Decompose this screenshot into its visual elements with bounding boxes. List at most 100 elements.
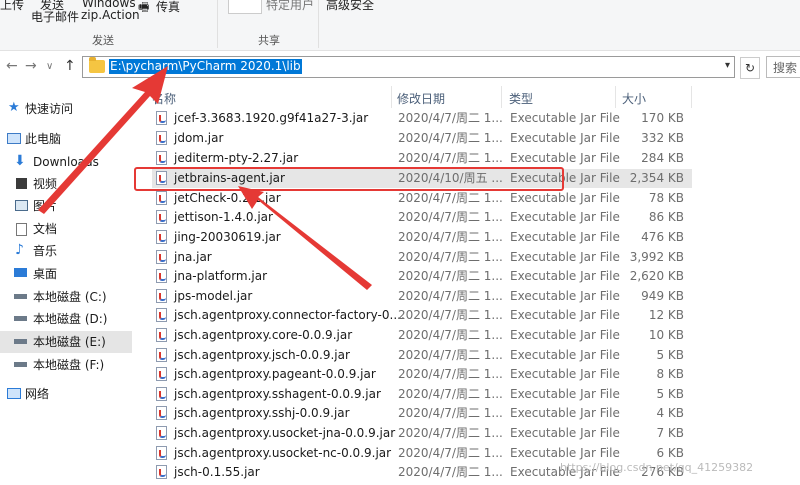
- column-header-type[interactable]: 类型: [509, 90, 533, 107]
- sidebar-item-music[interactable]: ♪ 音乐: [0, 240, 132, 262]
- recent-dropdown-button[interactable]: ∨: [46, 61, 53, 72]
- column-header-size[interactable]: 大小: [622, 90, 646, 107]
- jar-file-icon: [156, 308, 167, 322]
- sidebar-item-label: 快速访问: [25, 102, 74, 116]
- column-divider[interactable]: [691, 86, 692, 108]
- file-type: Executable Jar File: [510, 348, 620, 362]
- sidebar-item-desktop[interactable]: 桌面: [0, 263, 132, 285]
- sidebar-item-drive-f[interactable]: 本地磁盘 (F:): [0, 354, 132, 376]
- column-header-date[interactable]: 修改日期: [397, 90, 445, 107]
- table-row[interactable]: jsch.agentproxy.connector-factory-0.... 2…: [152, 306, 692, 325]
- sidebar-item-drive-e[interactable]: 本地磁盘 (E:): [0, 331, 132, 353]
- file-type: Executable Jar File: [510, 308, 620, 322]
- document-icon: [16, 223, 27, 236]
- ribbon-zip-action-button[interactable]: zip.Action: [81, 8, 140, 22]
- sidebar-item-videos[interactable]: 视频: [0, 173, 132, 195]
- ribbon: 上传 发送 电子邮件 Windows zip.Action 🖷 传真 特定用户 …: [0, 0, 800, 51]
- file-date: 2020/4/7/周二 1...: [398, 250, 503, 264]
- file-size: 10 KB: [648, 328, 684, 342]
- table-row[interactable]: jcef-3.3683.1920.g9f41a27-3.jar 2020/4/7/…: [152, 109, 692, 128]
- table-row[interactable]: jna.jar 2020/4/7/周二 1... Executable Jar Fi…: [152, 248, 692, 267]
- sidebar-item-documents[interactable]: 文档: [0, 218, 132, 240]
- file-date: 2020/4/7/周二 1...: [398, 465, 503, 479]
- sidebar-item-drive-c[interactable]: 本地磁盘 (C:): [0, 286, 132, 308]
- download-icon: ⬇: [14, 153, 26, 169]
- column-divider[interactable]: [391, 86, 392, 108]
- file-name: jsch.agentproxy.usocket-nc-0.0.9.jar: [174, 446, 392, 460]
- sidebar-item-quick-access[interactable]: ★ 快速访问: [0, 98, 132, 120]
- table-row[interactable]: jsch.agentproxy.sshagent-0.0.9.jar 2020/4…: [152, 385, 692, 404]
- sidebar-item-label: 视频: [33, 177, 58, 191]
- jar-file-icon: [156, 250, 167, 264]
- search-input[interactable]: 搜索: [766, 56, 800, 78]
- table-row[interactable]: jsch.agentproxy.sshj-0.0.9.jar 2020/4/7/周…: [152, 404, 692, 423]
- table-row[interactable]: jettison-1.4.0.jar 2020/4/7/周二 1... Execut…: [152, 208, 692, 227]
- sidebar-item-pictures[interactable]: 图片: [0, 195, 132, 217]
- table-row[interactable]: jediterm-pty-2.27.jar 2020/4/7/周二 1... Exe…: [152, 149, 692, 168]
- file-size: 7 KB: [656, 426, 684, 440]
- drive-icon: [14, 362, 27, 367]
- file-size: 8 KB: [656, 367, 684, 381]
- chevron-down-icon[interactable]: ▾: [725, 60, 730, 71]
- column-divider[interactable]: [501, 86, 502, 108]
- column-divider[interactable]: [615, 86, 616, 108]
- star-icon: ★: [8, 100, 20, 115]
- back-button[interactable]: ←: [6, 58, 18, 74]
- table-row[interactable]: jetCheck-0.2.1.jar 2020/4/7/周二 1... Execut…: [152, 189, 692, 208]
- navigation-pane: ★ 快速访问 此电脑 ⬇ Downloads 视频 图片 文档 ♪ 音乐 桌面 …: [0, 95, 135, 485]
- jar-file-icon: [156, 406, 167, 420]
- column-header-name[interactable]: 名称: [152, 90, 176, 107]
- file-size: 86 KB: [648, 210, 684, 224]
- address-bar[interactable]: E:\pycharm\PyCharm 2020.1\lib ▾: [82, 56, 735, 78]
- jar-file-icon: [156, 269, 167, 283]
- drive-icon: [14, 294, 27, 299]
- table-row[interactable]: jsch.agentproxy.pageant-0.0.9.jar 2020/4/…: [152, 365, 692, 384]
- column-header-bar: 名称 修改日期 类型 大小: [145, 86, 800, 108]
- table-row[interactable]: jdom.jar 2020/4/7/周二 1... Executable Jar F…: [152, 129, 692, 148]
- table-row[interactable]: jsch.agentproxy.jsch-0.0.9.jar 2020/4/7/周…: [152, 346, 692, 365]
- file-name: jediterm-pty-2.27.jar: [174, 151, 299, 165]
- folder-icon: [89, 57, 105, 73]
- table-row[interactable]: jsch.agentproxy.usocket-jna-0.0.9.jar 202…: [152, 424, 692, 443]
- table-row[interactable]: jna-platform.jar 2020/4/7/周二 1... Executab…: [152, 267, 692, 286]
- file-date: 2020/4/7/周二 1...: [398, 308, 503, 322]
- sidebar-item-label: 本地磁盘 (C:): [33, 290, 107, 304]
- file-name: jdom.jar: [174, 131, 224, 145]
- drive-icon: [14, 339, 27, 344]
- file-date: 2020/4/7/周二 1...: [398, 367, 503, 381]
- ribbon-fax-button[interactable]: 传真: [156, 0, 180, 15]
- table-row[interactable]: jsch.agentproxy.core-0.0.9.jar 2020/4/7/周…: [152, 326, 692, 345]
- forward-button[interactable]: →: [25, 58, 37, 74]
- sidebar-item-drive-d[interactable]: 本地磁盘 (D:): [0, 308, 132, 330]
- address-path[interactable]: E:\pycharm\PyCharm 2020.1\lib: [109, 59, 302, 74]
- file-type: Executable Jar File: [510, 151, 620, 165]
- ribbon-divider: [318, 0, 319, 48]
- table-row[interactable]: jing-20030619.jar 2020/4/7/周二 1... Executa…: [152, 228, 692, 247]
- file-size: 2,354 KB: [629, 171, 684, 185]
- sidebar-item-this-pc[interactable]: 此电脑: [0, 128, 132, 150]
- sidebar-item-label: 图片: [33, 199, 58, 213]
- file-name: jsch.agentproxy.usocket-jna-0.0.9.jar: [174, 426, 396, 440]
- ribbon-upload[interactable]: 上传: [0, 0, 24, 13]
- file-name: jsch.agentproxy.jsch-0.0.9.jar: [174, 348, 350, 362]
- watermark: https://blog.csdn.net/qq_41259382: [560, 461, 754, 474]
- table-row[interactable]: jps-model.jar 2020/4/7/周二 1... Executable …: [152, 287, 692, 306]
- file-name: jing-20030619.jar: [174, 230, 281, 244]
- refresh-button[interactable]: ↻: [740, 57, 760, 79]
- file-name: jettison-1.4.0.jar: [174, 210, 273, 224]
- jar-file-icon: [156, 367, 167, 381]
- file-name: jna.jar: [174, 250, 212, 264]
- network-icon: [7, 388, 21, 399]
- file-name: jsch.agentproxy.pageant-0.0.9.jar: [174, 367, 376, 381]
- sidebar-item-downloads[interactable]: ⬇ Downloads: [0, 151, 132, 173]
- ribbon-specific-users[interactable]: 特定用户: [266, 0, 314, 13]
- file-date: 2020/4/7/周二 1...: [398, 111, 503, 125]
- sidebar-item-network[interactable]: 网络: [0, 383, 132, 405]
- file-name: jsch.agentproxy.core-0.0.9.jar: [174, 328, 353, 342]
- up-button[interactable]: ↑: [64, 58, 76, 74]
- share-user-box[interactable]: [228, 0, 262, 14]
- file-type: Executable Jar File: [510, 269, 620, 283]
- ribbon-email-button[interactable]: 电子邮件: [31, 8, 79, 25]
- jar-file-icon: [156, 446, 167, 460]
- ribbon-advanced-security[interactable]: 高级安全: [326, 0, 374, 13]
